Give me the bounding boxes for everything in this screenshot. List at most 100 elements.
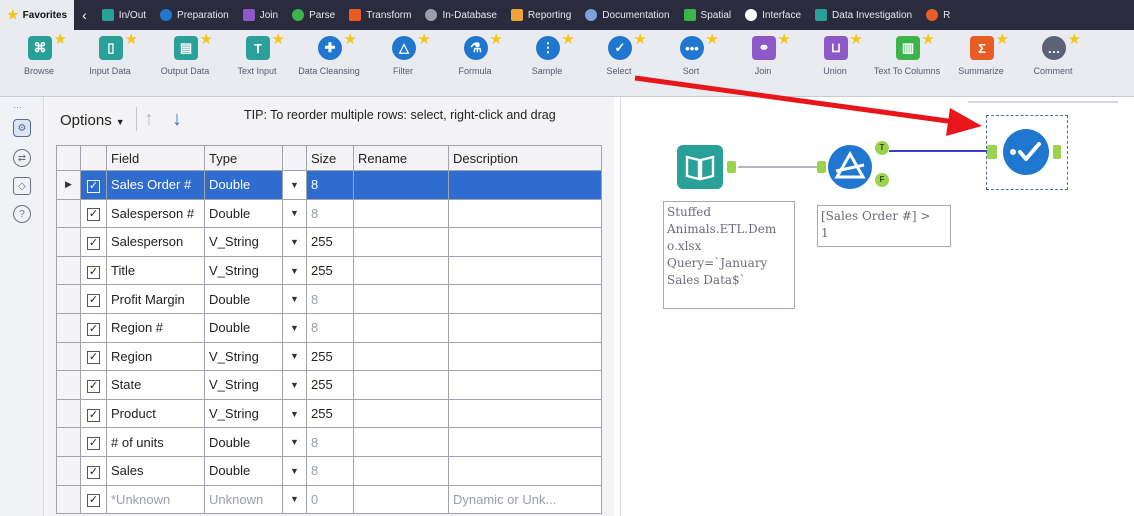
field-row[interactable]: ✓ State V_String ▼ 255	[56, 370, 602, 400]
type-cell[interactable]: Double	[204, 427, 283, 457]
rename-cell[interactable]	[353, 312, 449, 343]
tool-sort[interactable]: ••• ★ Sort	[656, 31, 726, 77]
select-output-anchor[interactable]	[1053, 145, 1061, 159]
type-dropdown[interactable]: ▼	[282, 341, 307, 372]
tool-sample[interactable]: ⋮ ★ Sample	[512, 31, 582, 77]
field-row[interactable]: ▶ ✓ Sales Order # Double ▼ 8	[56, 170, 602, 200]
include-checkbox[interactable]: ✓	[87, 294, 100, 308]
rename-cell[interactable]	[353, 341, 449, 372]
field-row[interactable]: ✓ Region V_String ▼ 255	[56, 341, 602, 372]
rename-cell[interactable]	[353, 370, 449, 400]
rename-cell[interactable]	[353, 455, 449, 486]
select-all-header[interactable]	[80, 145, 107, 171]
tab-in-out[interactable]: In/Out	[95, 0, 153, 30]
move-up-arrow-icon[interactable]: ↑	[144, 108, 154, 131]
size-cell[interactable]: 255	[306, 370, 354, 400]
field-name-cell[interactable]: Product	[106, 398, 205, 429]
include-checkbox-cell[interactable]: ✓	[80, 370, 107, 400]
field-row[interactable]: ✓ Salesperson V_String ▼ 255	[56, 227, 602, 257]
column-header-size[interactable]: Size	[306, 145, 354, 171]
size-cell[interactable]: 8	[306, 170, 354, 200]
select-input-anchor[interactable]	[987, 145, 997, 159]
include-checkbox[interactable]: ✓	[87, 208, 100, 222]
field-name-cell[interactable]: Region	[106, 341, 205, 372]
tab-preparation[interactable]: Preparation	[153, 0, 236, 30]
include-checkbox-cell[interactable]: ✓	[80, 398, 107, 429]
tool-input-data[interactable]: ▯ ★ Input Data	[75, 31, 145, 77]
include-checkbox[interactable]: ✓	[87, 322, 100, 336]
tab-reporting[interactable]: Reporting	[504, 0, 578, 30]
tool-data-cleansing[interactable]: ✚ ★ Data Cleansing	[294, 31, 364, 77]
tab-favorites[interactable]: ★ Favorites	[0, 0, 75, 30]
type-cell[interactable]: Double	[204, 284, 283, 314]
rename-cell[interactable]	[353, 170, 449, 200]
include-checkbox-cell[interactable]: ✓	[80, 455, 107, 486]
rename-cell[interactable]	[353, 227, 449, 257]
include-checkbox[interactable]: ✓	[87, 236, 100, 250]
rename-cell[interactable]	[353, 484, 449, 515]
scroll-left-icon[interactable]: ‹	[74, 7, 95, 23]
type-cell[interactable]: Double	[204, 198, 283, 229]
type-dropdown[interactable]: ▼	[282, 427, 307, 457]
tool-select[interactable]: ✓ ★ Select	[584, 31, 654, 77]
field-row[interactable]: ✓ Salesperson # Double ▼ 8	[56, 198, 602, 229]
include-checkbox-cell[interactable]: ✓	[80, 341, 107, 372]
include-checkbox[interactable]: ✓	[87, 265, 100, 279]
rename-cell[interactable]	[353, 427, 449, 457]
type-dropdown[interactable]: ▼	[282, 284, 307, 314]
column-header-field[interactable]: Field	[106, 145, 205, 171]
field-row[interactable]: ✓ Profit Margin Double ▼ 8	[56, 284, 602, 314]
filter-true-anchor[interactable]: T	[875, 141, 889, 155]
include-checkbox-cell[interactable]: ✓	[80, 284, 107, 314]
description-cell[interactable]	[448, 455, 602, 486]
filter-node[interactable]	[828, 145, 872, 189]
tab-join[interactable]: Join	[236, 0, 285, 30]
layout-icon[interactable]: ⇄	[13, 149, 31, 167]
description-cell[interactable]	[448, 170, 602, 200]
include-checkbox-cell[interactable]: ✓	[80, 255, 107, 286]
include-checkbox-cell[interactable]: ✓	[80, 198, 107, 229]
size-cell[interactable]: 255	[306, 255, 354, 286]
description-cell[interactable]	[448, 284, 602, 314]
type-cell[interactable]: V_String	[204, 370, 283, 400]
description-cell[interactable]	[448, 370, 602, 400]
field-row[interactable]: ✓ Title V_String ▼ 255	[56, 255, 602, 286]
field-name-cell[interactable]: Sales Order #	[106, 170, 205, 200]
tool-join[interactable]: ⚭ ★ Join	[728, 31, 798, 77]
include-checkbox[interactable]: ✓	[87, 408, 100, 422]
tool-comment[interactable]: … ★ Comment	[1018, 31, 1088, 77]
field-name-cell[interactable]: Profit Margin	[106, 284, 205, 314]
include-checkbox[interactable]: ✓	[87, 379, 100, 393]
field-row[interactable]: ✓ Region # Double ▼ 8	[56, 312, 602, 343]
type-dropdown[interactable]: ▼	[282, 170, 307, 200]
size-cell[interactable]: 8	[306, 427, 354, 457]
input-data-node[interactable]	[677, 145, 723, 189]
description-cell[interactable]	[448, 341, 602, 372]
description-cell[interactable]	[448, 227, 602, 257]
move-down-arrow-icon[interactable]: ↓	[172, 108, 182, 131]
rename-cell[interactable]	[353, 284, 449, 314]
tab-spatial[interactable]: Spatial	[677, 0, 739, 30]
type-dropdown[interactable]: ▼	[282, 455, 307, 486]
tool-filter[interactable]: △ ★ Filter	[368, 31, 438, 77]
type-dropdown[interactable]: ▼	[282, 227, 307, 257]
rename-cell[interactable]	[353, 398, 449, 429]
tool-browse[interactable]: ⌘ ★ Browse	[4, 31, 74, 77]
type-dropdown[interactable]: ▼	[282, 370, 307, 400]
tab-r[interactable]: R	[919, 0, 957, 30]
include-checkbox[interactable]: ✓	[87, 179, 100, 193]
description-cell[interactable]	[448, 312, 602, 343]
tool-summarize[interactable]: Σ ★ Summarize	[946, 31, 1016, 77]
include-checkbox-cell[interactable]: ✓	[80, 312, 107, 343]
column-header-type[interactable]: Type	[204, 145, 283, 171]
include-checkbox-cell[interactable]: ✓	[80, 427, 107, 457]
tool-formula[interactable]: ⚗ ★ Formula	[440, 31, 510, 77]
input-output-anchor[interactable]	[727, 161, 736, 173]
select-node[interactable]	[1003, 129, 1049, 175]
size-cell[interactable]: 8	[306, 198, 354, 229]
field-name-cell[interactable]: State	[106, 370, 205, 400]
include-checkbox[interactable]: ✓	[87, 465, 100, 479]
size-cell[interactable]: 8	[306, 312, 354, 343]
field-name-cell[interactable]: Region #	[106, 312, 205, 343]
size-cell[interactable]: 8	[306, 455, 354, 486]
